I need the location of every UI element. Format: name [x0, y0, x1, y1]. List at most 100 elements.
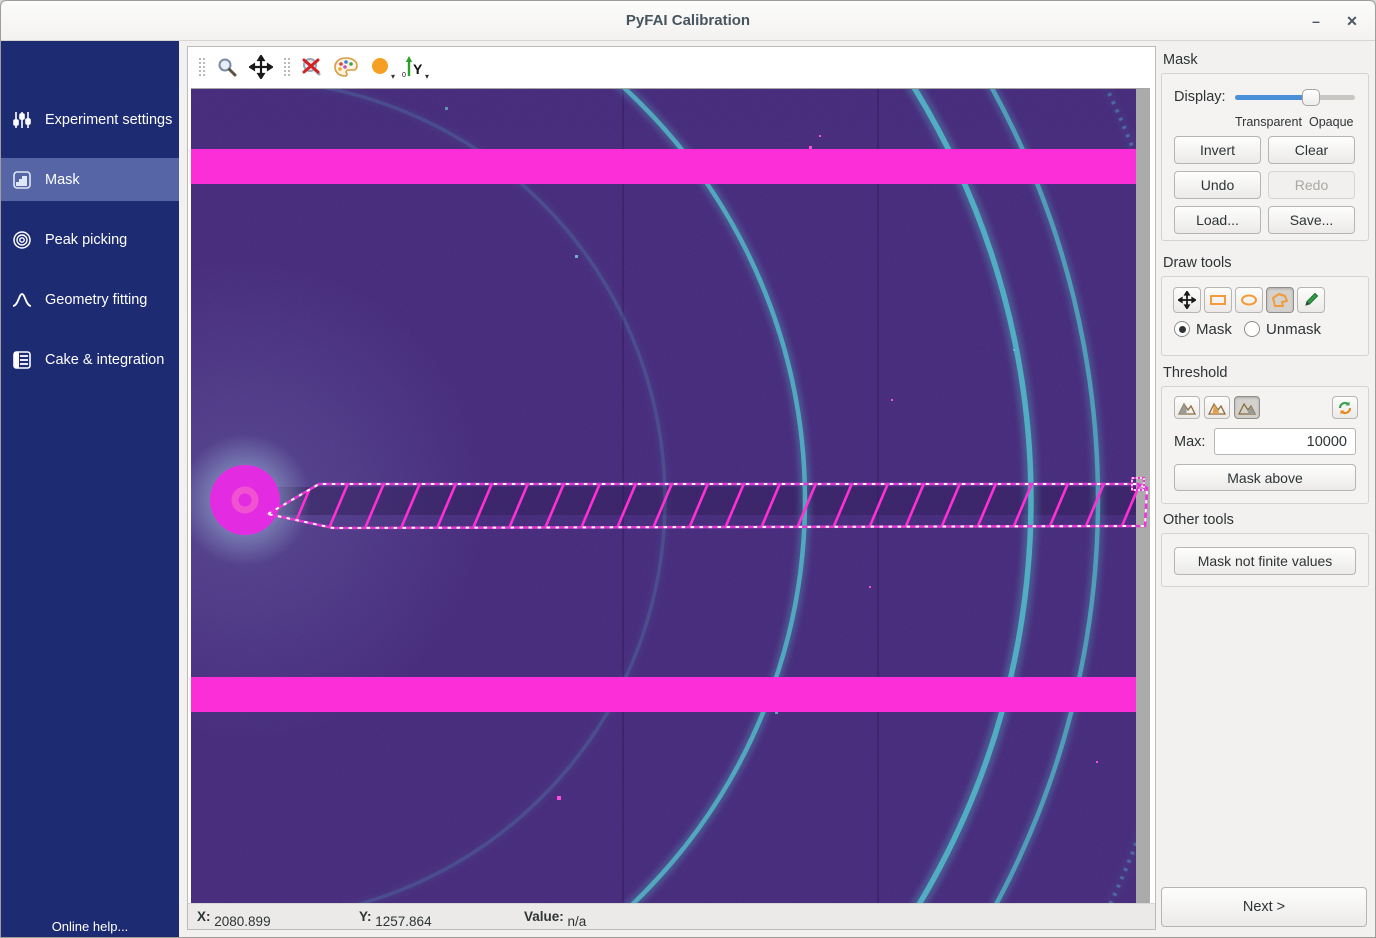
- status-y-label: Y:: [359, 909, 372, 924]
- ellipse-tool-icon: [1240, 293, 1258, 307]
- mask-above-icon: [1238, 401, 1256, 415]
- status-value-value: n/a: [568, 914, 587, 929]
- mask-not-finite-button[interactable]: Mask not finite values: [1174, 547, 1356, 575]
- reset-zoom-button[interactable]: [297, 53, 327, 81]
- status-value: Value: n/a: [524, 909, 568, 924]
- sidebar-item-peak-picking[interactable]: Peak picking: [1, 218, 179, 261]
- polygon-tool-icon: [1271, 292, 1289, 308]
- y-axis-orientation-button[interactable]: 0 Y ▾: [399, 53, 429, 81]
- zoom-icon: [216, 56, 238, 78]
- beamstop-mask-circle: [210, 465, 280, 535]
- draw-tools-section-title: Draw tools: [1163, 255, 1232, 271]
- online-help-link[interactable]: Online help...: [1, 919, 179, 934]
- mask-radio[interactable]: [1174, 321, 1190, 337]
- max-threshold-input[interactable]: [1214, 428, 1356, 455]
- invert-button[interactable]: Invert: [1174, 136, 1261, 164]
- other-tools-groupbox: Mask not finite values: [1161, 533, 1369, 587]
- draw-pan-tool-button[interactable]: [1173, 287, 1201, 313]
- draw-pencil-tool-button[interactable]: [1297, 287, 1325, 313]
- plot-panel: ▾ 0 Y ▾: [187, 46, 1156, 930]
- threshold-mask-below-button[interactable]: [1174, 396, 1200, 419]
- y-axis-orientation-icon: 0 Y: [401, 55, 427, 79]
- mask-section-title: Mask: [1163, 52, 1198, 68]
- sidebar-item-geometry-fitting[interactable]: Geometry fitting: [1, 278, 179, 321]
- close-button[interactable]: ✕: [1339, 9, 1365, 33]
- sidebar-item-label: Cake & integration: [45, 352, 164, 368]
- sliders-icon: [12, 110, 32, 130]
- pan-mode-button[interactable]: [246, 53, 276, 81]
- app-window: PyFAI Calibration – ✕ Experiment setting…: [0, 0, 1376, 938]
- mask-color-icon: [369, 56, 391, 78]
- svg-text:Y: Y: [413, 61, 423, 77]
- mask-bar-top: [191, 149, 1136, 184]
- transparent-label: Transparent: [1235, 115, 1302, 129]
- status-value-label: Value:: [524, 909, 564, 924]
- display-opacity-slider[interactable]: [1235, 95, 1355, 100]
- opaque-label: Opaque: [1309, 115, 1353, 129]
- mask-radio-label[interactable]: Mask: [1196, 321, 1232, 338]
- unmask-radio[interactable]: [1244, 321, 1260, 337]
- display-slider-handle[interactable]: [1302, 89, 1320, 106]
- threshold-groupbox: Max: Mask above: [1161, 386, 1369, 504]
- geometry-fitting-icon: [12, 290, 32, 310]
- toolbar-drag-handle[interactable]: [198, 57, 205, 77]
- rectangle-tool-icon: [1209, 293, 1227, 307]
- mask-groupbox: Display: Transparent Opaque Invert Clear…: [1161, 73, 1369, 241]
- mask-color-button[interactable]: ▾: [365, 53, 395, 81]
- cake-integration-icon: [12, 350, 32, 370]
- sidebar-item-mask[interactable]: Mask: [1, 158, 179, 201]
- sidebar-item-label: Geometry fitting: [45, 292, 147, 308]
- status-y: Y: 1257.864: [359, 909, 375, 924]
- status-x-value: 2080.899: [214, 914, 270, 929]
- draw-tools-groupbox: Mask Unmask: [1161, 276, 1369, 356]
- draw-rectangle-tool-button[interactable]: [1204, 287, 1232, 313]
- mask-bar-bottom: [191, 677, 1136, 712]
- minimize-button[interactable]: –: [1303, 9, 1329, 33]
- threshold-mask-between-button[interactable]: [1204, 396, 1230, 419]
- display-slider-fill: [1235, 95, 1311, 100]
- max-label: Max:: [1174, 434, 1205, 450]
- peak-picking-icon: [12, 230, 32, 250]
- sidebar: Experiment settings Mask Peak picking: [1, 41, 179, 938]
- sidebar-item-label: Peak picking: [45, 232, 127, 248]
- threshold-refresh-button[interactable]: [1332, 396, 1358, 419]
- threshold-section-title: Threshold: [1163, 365, 1227, 381]
- next-button[interactable]: Next >: [1161, 887, 1367, 927]
- colormap-icon: [333, 56, 359, 78]
- display-label: Display:: [1174, 89, 1226, 105]
- unmask-radio-label[interactable]: Unmask: [1266, 321, 1321, 338]
- refresh-icon: [1337, 400, 1353, 416]
- redo-button: Redo: [1268, 171, 1355, 199]
- zoom-mode-button[interactable]: [212, 53, 242, 81]
- plot-toolbar: ▾ 0 Y ▾: [188, 47, 1155, 87]
- mask-icon: [12, 170, 32, 190]
- status-y-value: 1257.864: [375, 914, 431, 929]
- draw-polygon-tool-button[interactable]: [1266, 287, 1294, 313]
- pan-icon: [249, 55, 273, 79]
- sidebar-item-cake-integration[interactable]: Cake & integration: [1, 338, 179, 381]
- threshold-mask-above-button[interactable]: [1234, 396, 1260, 419]
- clear-button[interactable]: Clear: [1268, 136, 1355, 164]
- draw-ellipse-tool-button[interactable]: [1235, 287, 1263, 313]
- mask-above-button[interactable]: Mask above: [1174, 464, 1356, 491]
- mask-below-icon: [1178, 401, 1196, 415]
- window-title: PyFAI Calibration: [1, 1, 1375, 41]
- toolbar-drag-handle[interactable]: [283, 57, 290, 77]
- save-mask-button[interactable]: Save...: [1268, 206, 1355, 234]
- pencil-tool-icon: [1302, 291, 1320, 309]
- status-x-label: X:: [197, 909, 211, 924]
- sidebar-item-experiment-settings[interactable]: Experiment settings: [1, 98, 179, 141]
- pan-tool-icon: [1178, 291, 1196, 309]
- dropdown-caret-icon: ▾: [425, 73, 429, 81]
- plot-canvas[interactable]: [191, 88, 1150, 903]
- beamstop-arm-polygon[interactable]: [268, 478, 1147, 528]
- sidebar-item-label: Experiment settings: [45, 112, 172, 128]
- load-mask-button[interactable]: Load...: [1174, 206, 1261, 234]
- reset-zoom-icon: [300, 55, 324, 79]
- colormap-button[interactable]: [331, 53, 361, 81]
- sidebar-item-label: Mask: [45, 172, 80, 188]
- title-bar: PyFAI Calibration – ✕: [1, 1, 1375, 41]
- mask-between-icon: [1208, 401, 1226, 415]
- undo-button[interactable]: Undo: [1174, 171, 1261, 199]
- position-status-bar: X: 2080.899 Y: 1257.864 Value: n/a: [188, 903, 1155, 929]
